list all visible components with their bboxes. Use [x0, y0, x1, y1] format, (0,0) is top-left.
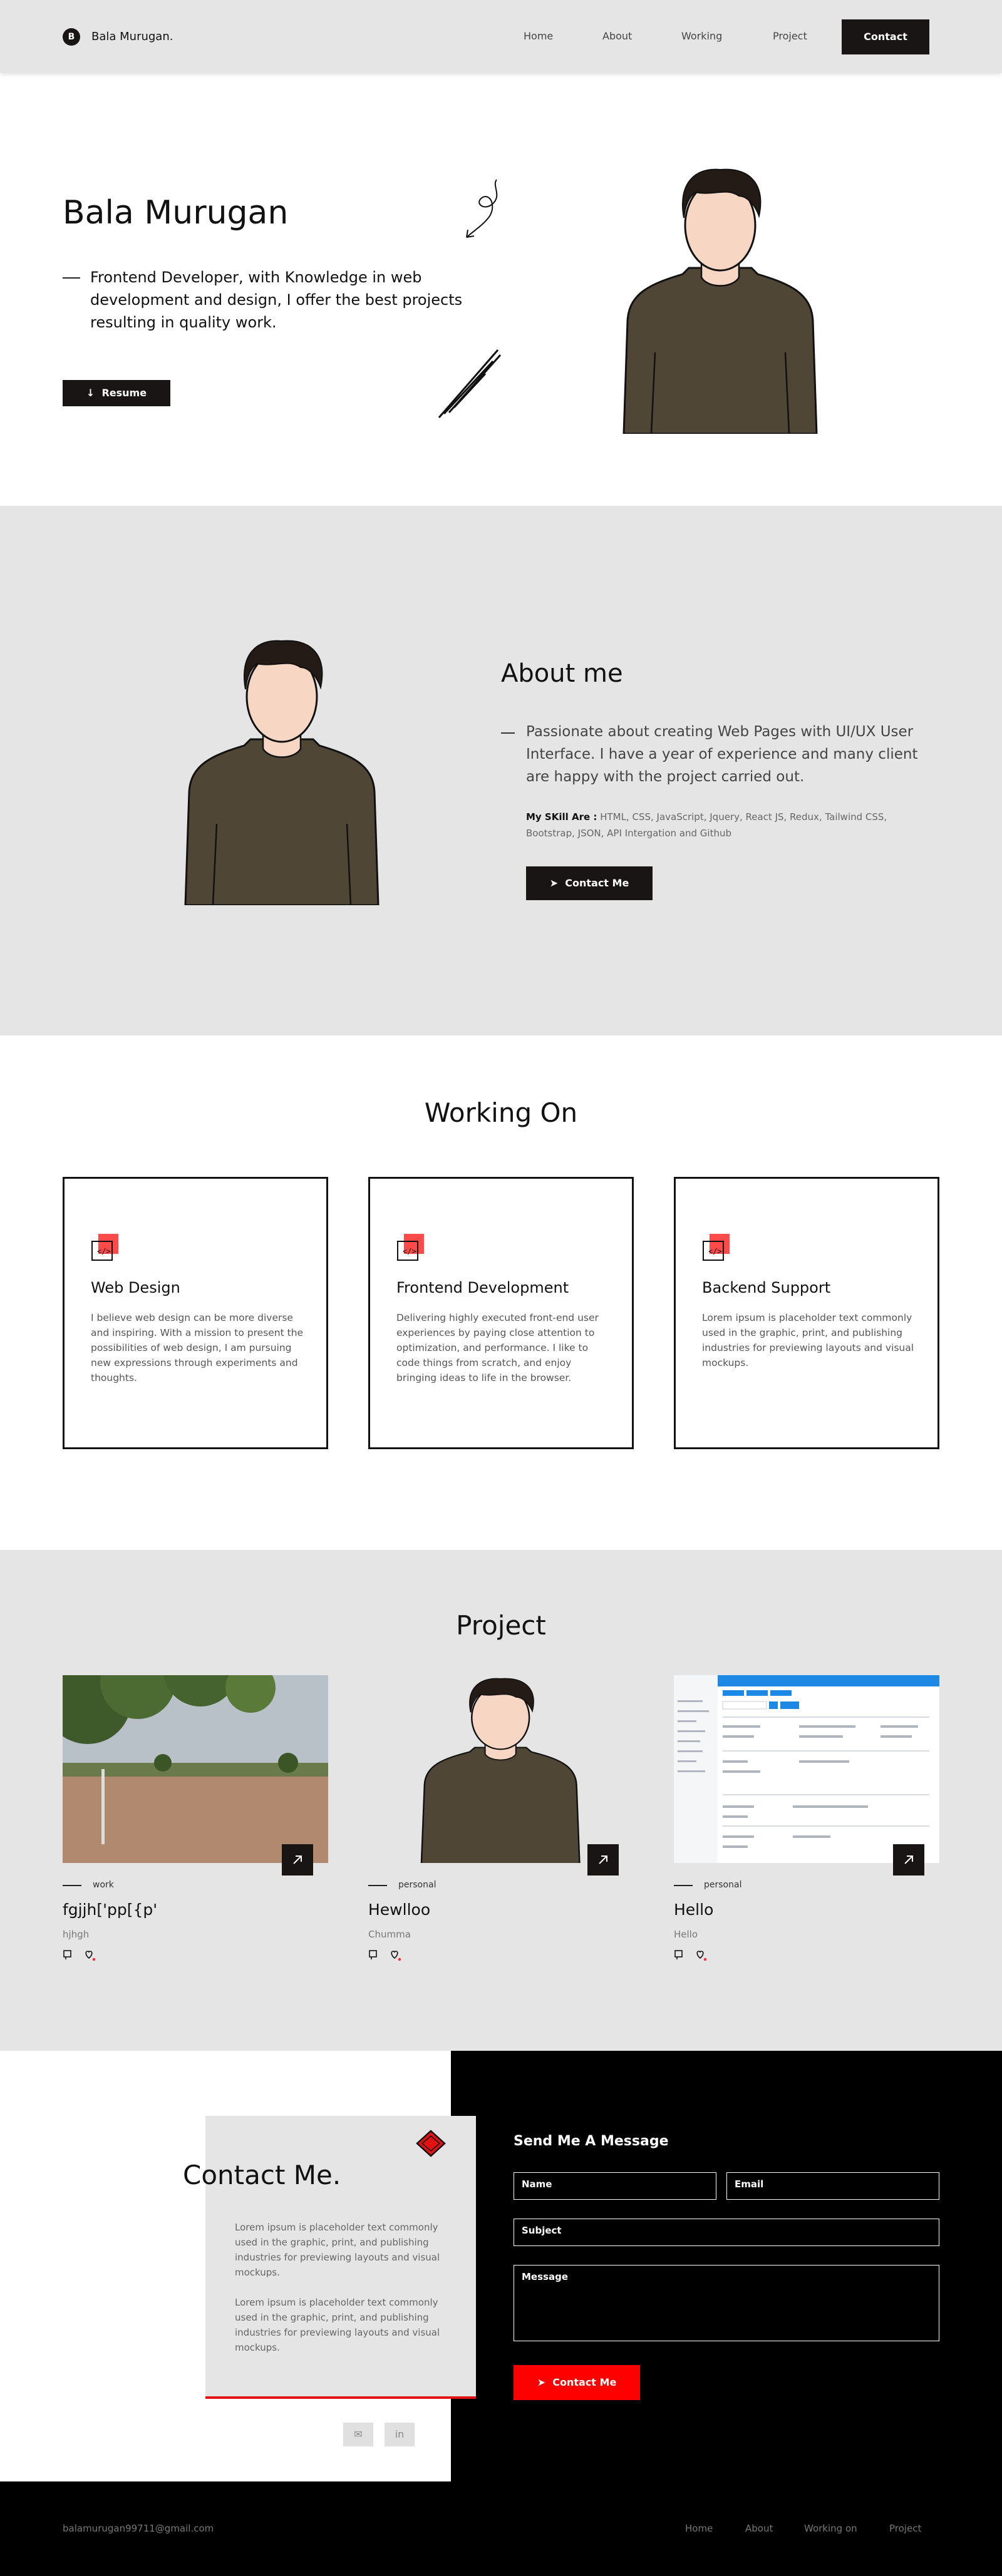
footer-email[interactable]: balamurugan99711@gmail.com — [63, 2523, 214, 2534]
send-icon: ➤ — [537, 2376, 546, 2388]
code-icon: </> — [397, 1234, 424, 1261]
heart-icon — [85, 1951, 96, 1961]
arrow-up-right-icon — [904, 1855, 913, 1864]
project-image-field[interactable] — [63, 1675, 328, 1863]
svg-text:</>: </> — [708, 1247, 722, 1256]
project-dash — [674, 1885, 693, 1886]
about-contact-label: Contact Me — [565, 877, 629, 889]
arrow-up-right-icon — [599, 1855, 607, 1864]
curly-arrow-decoration — [466, 179, 498, 238]
work-card-desc: I believe web design can be more diverse… — [91, 1312, 304, 1383]
contact-title: Contact Me. — [183, 2160, 341, 2190]
project-subtitle: hjhgh — [63, 1929, 90, 1940]
navbar: B Bala Murugan. Home About Working Proje… — [0, 0, 1002, 73]
message-field[interactable]: Message — [514, 2265, 939, 2341]
email-field[interactable]: Email — [726, 2172, 939, 2200]
work-card-frontend-development[interactable]: </> Frontend Development Delivering high… — [368, 1177, 634, 1449]
about-title: About me — [501, 659, 623, 688]
about-contact-button[interactable]: ➤ Contact Me — [526, 866, 653, 900]
project-name: Hewlloo — [368, 1901, 431, 1919]
work-card-desc: Delivering highly executed front-end use… — [396, 1312, 599, 1383]
project-name: Hello — [674, 1901, 714, 1919]
nav-link-project[interactable]: Project — [773, 30, 807, 42]
send-icon: ➤ — [549, 877, 559, 889]
footer: balamurugan99711@gmail.com Home About Wo… — [0, 2481, 1002, 2576]
project-action-icons[interactable] — [368, 1947, 412, 1966]
github-icon — [369, 1950, 377, 1959]
github-icon — [674, 1950, 683, 1959]
footer-link-project[interactable]: Project — [889, 2523, 921, 2534]
resume-label: Resume — [101, 387, 147, 399]
heart-icon — [391, 1951, 401, 1961]
github-icon — [63, 1950, 71, 1959]
logo-badge[interactable]: B — [63, 28, 80, 46]
project-link-button[interactable] — [893, 1844, 924, 1876]
project-category: personal — [398, 1880, 436, 1890]
work-card-web-design[interactable]: </> Web Design I believe web design can … — [63, 1177, 328, 1449]
work-card-title: Frontend Development — [396, 1279, 569, 1296]
project-dash — [368, 1885, 387, 1886]
about-avatar-illustration — [184, 640, 380, 905]
project-link-button[interactable] — [282, 1844, 313, 1876]
work-card-title: Web Design — [91, 1279, 180, 1296]
project-link-button[interactable] — [587, 1844, 619, 1876]
hero-description: Frontend Developer, with Knowledge in we… — [90, 269, 463, 331]
project-action-icons[interactable] — [63, 1947, 106, 1966]
arrow-up-right-icon — [293, 1855, 302, 1864]
project-action-icons[interactable] — [674, 1947, 718, 1966]
code-icon: </> — [91, 1234, 118, 1261]
download-arrow-icon: ↓ — [86, 387, 95, 399]
send-contact-label: Contact Me — [552, 2376, 617, 2388]
hero-title: Bala Murugan — [63, 194, 289, 232]
work-card-title: Backend Support — [702, 1279, 831, 1296]
project-image-dashboard[interactable] — [674, 1675, 939, 1863]
contact-paragraph-1: Lorem ipsum is placeholder text commonly… — [235, 2222, 440, 2278]
work-card-desc: Lorem ipsum is placeholder text commonly… — [702, 1312, 914, 1368]
footer-link-about[interactable]: About — [745, 2523, 773, 2534]
hero-dash — [63, 277, 80, 279]
project-category: work — [93, 1880, 114, 1890]
hero-avatar-illustration — [622, 168, 818, 434]
project-title: Project — [456, 1610, 546, 1641]
subject-field[interactable]: Subject — [514, 2219, 939, 2246]
nav-link-working[interactable]: Working — [681, 30, 722, 42]
about-skills: My SKill Are : HTML, CSS, JavaScript, Jq… — [526, 809, 927, 841]
working-title: Working On — [424, 1097, 578, 1128]
linkedin-icon[interactable]: in — [385, 2423, 415, 2446]
about-section: About me Passionate about creating Web P… — [0, 506, 1002, 1035]
skill-label: My SKill Are : — [526, 811, 597, 823]
mail-icon[interactable]: ✉ — [343, 2423, 373, 2446]
send-contact-button[interactable]: ➤ Contact Me — [514, 2365, 640, 2400]
logo-text[interactable]: Bala Murugan. — [91, 30, 173, 43]
about-dash — [501, 732, 515, 734]
nav-contact-button[interactable]: Contact — [842, 19, 929, 54]
nav-link-about[interactable]: About — [602, 30, 632, 42]
project-name: fgjjh['pp[{p' — [63, 1901, 158, 1919]
nav-link-home[interactable]: Home — [524, 30, 553, 42]
project-category: personal — [704, 1880, 742, 1890]
heart-icon — [696, 1951, 707, 1961]
footer-link-home[interactable]: Home — [685, 2523, 713, 2534]
code-icon: </> — [703, 1234, 730, 1261]
send-message-title: Send Me A Message — [514, 2133, 669, 2149]
name-field[interactable]: Name — [514, 2172, 716, 2200]
footer-link-working-on[interactable]: Working on — [804, 2523, 857, 2534]
work-card-backend-support[interactable]: </> Backend Support Lorem ipsum is place… — [674, 1177, 939, 1449]
project-image-avatar[interactable] — [368, 1675, 634, 1863]
project-section: Project work fgjjh['pp[{p' hjhgh persona… — [0, 1550, 1002, 2051]
diamond-decoration-icon — [416, 2130, 446, 2157]
scribble-decoration — [438, 349, 502, 418]
about-description: Passionate about creating Web Pages with… — [526, 724, 918, 785]
svg-text:</>: </> — [97, 1247, 111, 1256]
project-subtitle: Chumma — [368, 1929, 411, 1940]
resume-button[interactable]: ↓ Resume — [63, 380, 170, 406]
contact-paragraph-2: Lorem ipsum is placeholder text commonly… — [235, 2297, 440, 2353]
project-subtitle: Hello — [674, 1929, 698, 1940]
project-dash — [63, 1885, 81, 1886]
svg-text:</>: </> — [403, 1247, 416, 1256]
